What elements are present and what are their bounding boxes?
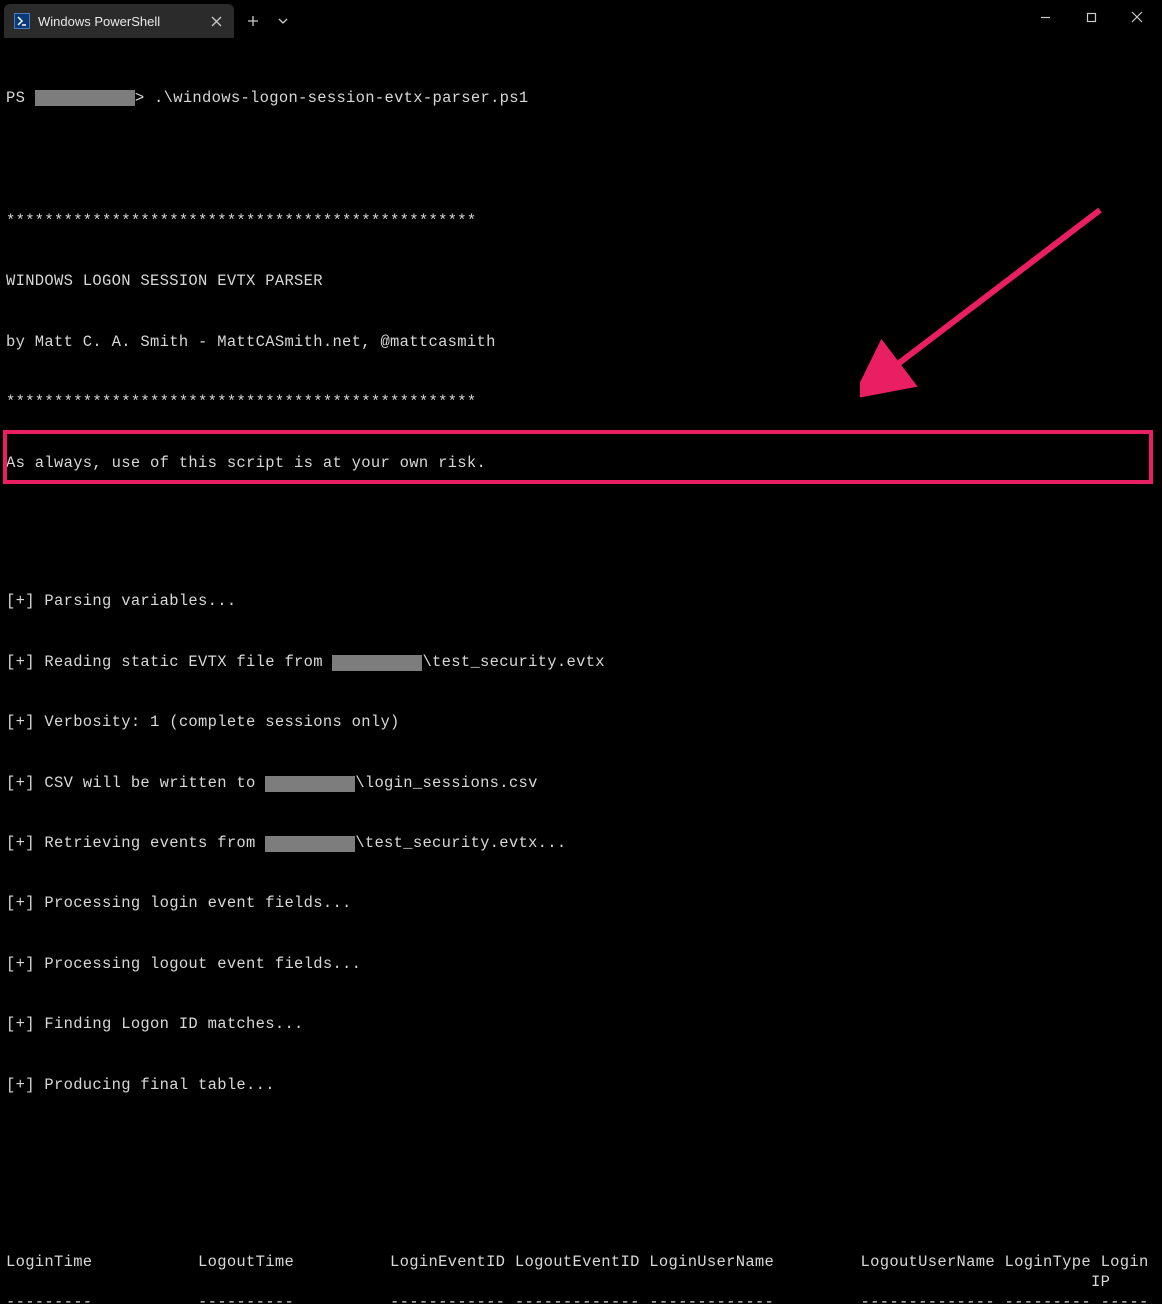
prompt-line: PS > .\windows-logon-session-evtx-parser…	[6, 88, 1156, 108]
table-header-row: --------- ---------- ------------ ------…	[6, 1292, 1156, 1304]
banner-stars: ****************************************…	[6, 211, 1156, 231]
prompt-command: .\windows-logon-session-evtx-parser.ps1	[154, 88, 528, 108]
table-header-row: LoginTime LogoutTime LoginEventID Logout…	[6, 1252, 1156, 1272]
log-line: [+] Retrieving events from \test_securit…	[6, 833, 1156, 853]
new-tab-button[interactable]	[238, 6, 268, 36]
log-line: [+] Finding Logon ID matches...	[6, 1014, 1156, 1034]
tab-dropdown-button[interactable]	[268, 6, 298, 36]
titlebar: Windows PowerShell	[0, 0, 1162, 38]
active-tab[interactable]: Windows PowerShell	[4, 4, 234, 38]
minimize-button[interactable]	[1022, 0, 1068, 34]
log-line: [+] CSV will be written to \login_sessio…	[6, 773, 1156, 793]
banner-stars2: ****************************************…	[6, 392, 1156, 412]
close-window-button[interactable]	[1114, 0, 1160, 34]
tab-controls	[238, 4, 298, 38]
banner-title: WINDOWS LOGON SESSION EVTX PARSER	[6, 271, 1156, 291]
banner-byline: by Matt C. A. Smith - MattCASmith.net, @…	[6, 332, 1156, 352]
log-line: [+] Reading static EVTX file from \test_…	[6, 652, 1156, 672]
log-line: [+] Parsing variables...	[6, 591, 1156, 611]
prompt-ps: PS	[6, 88, 25, 108]
log-line: [+] Processing login event fields...	[6, 893, 1156, 913]
maximize-button[interactable]	[1068, 0, 1114, 34]
banner-warn: As always, use of this script is at your…	[6, 453, 1156, 473]
redacted-path	[35, 90, 135, 106]
window-controls	[1022, 0, 1160, 34]
prompt-caret: >	[135, 88, 145, 108]
session-table: LoginTime LogoutTime LoginEventID Logout…	[6, 1252, 1156, 1304]
log-line: [+] Producing final table...	[6, 1075, 1156, 1095]
log-line: [+] Verbosity: 1 (complete sessions only…	[6, 712, 1156, 732]
powershell-icon	[14, 13, 30, 29]
table-header-row: IP	[6, 1272, 1156, 1292]
tab-title: Windows PowerShell	[38, 14, 206, 29]
terminal-output[interactable]: PS > .\windows-logon-session-evtx-parser…	[0, 38, 1162, 1304]
log-line: [+] Processing logout event fields...	[6, 954, 1156, 974]
close-tab-button[interactable]	[206, 11, 226, 31]
